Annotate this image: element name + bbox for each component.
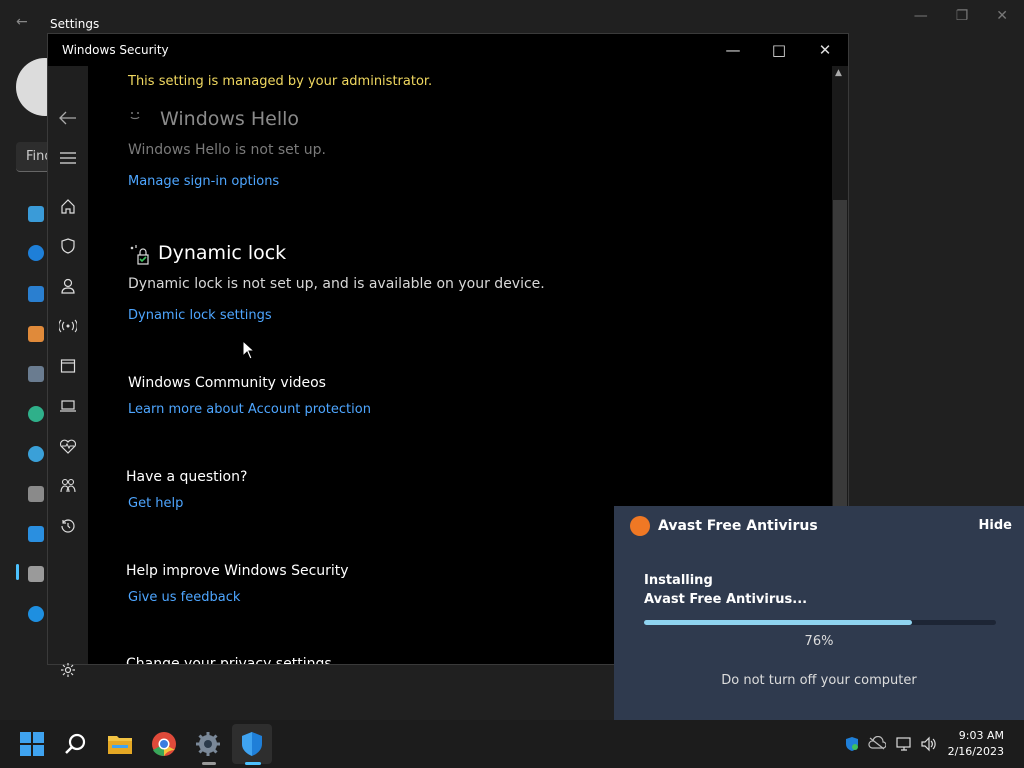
- back-icon[interactable]: [58, 108, 78, 128]
- windows-security-shield-icon[interactable]: [236, 728, 268, 760]
- improve-heading: Help improve Windows Security: [126, 563, 349, 579]
- progress-bar: [644, 620, 996, 625]
- privacy-security-icon[interactable]: [28, 566, 44, 582]
- accounts-icon[interactable]: [28, 406, 44, 422]
- minimize-icon[interactable]: —: [914, 8, 928, 24]
- personalization-icon[interactable]: [28, 326, 44, 342]
- chrome-icon[interactable]: [148, 728, 180, 760]
- search-icon[interactable]: [60, 728, 92, 760]
- windows-hello-description: Windows Hello is not set up.: [128, 142, 326, 158]
- maximize-icon[interactable]: □: [756, 34, 802, 66]
- accessibility-icon[interactable]: [28, 526, 44, 542]
- avast-notification: Avast Free Antivirus Hide Installing Ava…: [614, 506, 1024, 720]
- dynamic-lock-icon: [128, 244, 150, 266]
- gaming-icon[interactable]: [28, 486, 44, 502]
- progress-percent: 76%: [804, 634, 834, 649]
- health-heart-icon[interactable]: [58, 436, 78, 456]
- app-browser-icon[interactable]: [58, 356, 78, 376]
- window-title: Windows Security: [62, 43, 169, 57]
- sidebar: [48, 66, 88, 677]
- avast-app-name: Avast Free Antivirus: [658, 518, 818, 534]
- scroll-up-icon[interactable]: ▲: [835, 68, 842, 78]
- apps-icon[interactable]: [28, 366, 44, 382]
- network-tray-icon[interactable]: [896, 736, 914, 755]
- settings-running-indicator: [202, 762, 216, 765]
- mouse-cursor-icon: [242, 340, 256, 360]
- security-tray-icon[interactable]: [844, 736, 860, 755]
- file-explorer-icon[interactable]: [104, 728, 136, 760]
- device-security-icon[interactable]: [58, 396, 78, 416]
- windows-update-icon[interactable]: [28, 606, 44, 622]
- firewall-network-icon[interactable]: [58, 316, 78, 336]
- bluetooth-icon[interactable]: [28, 245, 44, 261]
- menu-icon[interactable]: [58, 148, 78, 168]
- avast-logo-icon: [630, 516, 650, 536]
- settings-window-controls: — ❐ ✕: [914, 8, 1008, 24]
- start-icon[interactable]: [16, 728, 48, 760]
- get-help-link[interactable]: Get help: [128, 496, 183, 511]
- learn-more-link[interactable]: Learn more about Account protection: [128, 402, 371, 417]
- title-bar[interactable]: Windows Security — □ ✕: [48, 34, 848, 66]
- dynamic-lock-description: Dynamic lock is not set up, and is avail…: [128, 276, 545, 292]
- network-icon[interactable]: [28, 286, 44, 302]
- taskbar: 9:03 AM 2/16/2023: [0, 720, 1024, 768]
- time-language-icon[interactable]: [28, 446, 44, 462]
- close-icon[interactable]: ✕: [996, 8, 1008, 24]
- history-icon[interactable]: [58, 516, 78, 536]
- gear-icon[interactable]: [58, 660, 78, 680]
- managed-notice: This setting is managed by your administ…: [128, 74, 433, 89]
- clock-time: 9:03 AM: [958, 729, 1004, 742]
- clock-date: 2/16/2023: [947, 745, 1004, 758]
- family-options-icon[interactable]: [58, 476, 78, 496]
- install-status-line2: Avast Free Antivirus...: [644, 592, 808, 607]
- feedback-link[interactable]: Give us feedback: [128, 590, 240, 605]
- privacy-heading: Change your privacy settings: [126, 656, 332, 664]
- progress-fill: [644, 620, 912, 625]
- dynamic-lock-heading: Dynamic lock: [158, 242, 287, 264]
- restore-icon[interactable]: ❐: [956, 8, 969, 24]
- dynamic-lock-settings-link[interactable]: Dynamic lock settings: [128, 308, 272, 323]
- manage-sign-in-link[interactable]: Manage sign-in options: [128, 174, 279, 189]
- home-icon[interactable]: [58, 196, 78, 216]
- shield-icon[interactable]: [58, 236, 78, 256]
- community-videos-heading: Windows Community videos: [128, 375, 326, 391]
- question-heading: Have a question?: [126, 469, 248, 485]
- system-icon[interactable]: [28, 206, 44, 222]
- hide-button[interactable]: Hide: [979, 518, 1012, 533]
- windows-hello-icon: [128, 110, 142, 126]
- install-status-line1: Installing: [644, 573, 713, 588]
- minimize-icon[interactable]: —: [710, 34, 756, 66]
- account-icon[interactable]: [58, 276, 78, 296]
- windows-hello-heading: Windows Hello: [160, 108, 300, 130]
- settings-title: Settings: [50, 17, 100, 31]
- back-arrow-icon[interactable]: ←: [16, 14, 28, 30]
- window-controls: — □ ✕: [710, 34, 848, 66]
- warning-text: Do not turn off your computer: [721, 673, 917, 688]
- settings-gear-icon[interactable]: [192, 728, 224, 760]
- close-icon[interactable]: ✕: [802, 34, 848, 66]
- active-app-indicator: [245, 762, 261, 765]
- clock[interactable]: 9:03 AM 2/16/2023: [948, 728, 1004, 760]
- volume-icon[interactable]: [920, 736, 938, 755]
- onedrive-icon[interactable]: [868, 735, 887, 753]
- active-indicator: [16, 564, 19, 580]
